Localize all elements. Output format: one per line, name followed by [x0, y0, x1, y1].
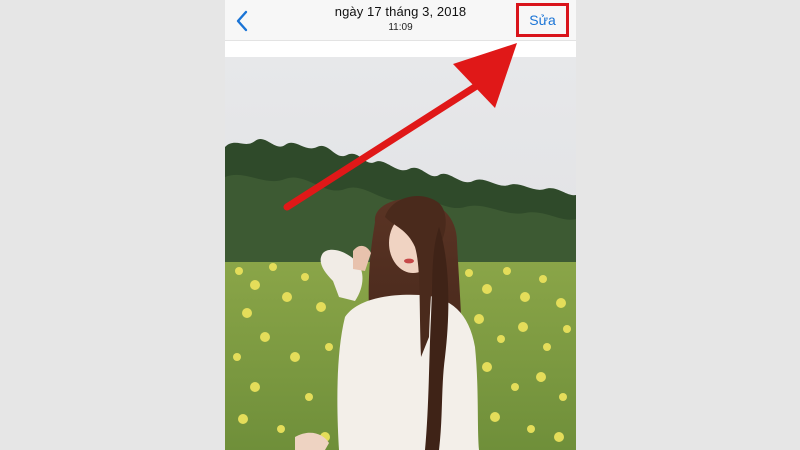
- edit-button[interactable]: Sửa: [516, 3, 569, 37]
- photo-date-title: ngày 17 tháng 3, 2018: [334, 4, 467, 19]
- chevron-left-icon: [231, 10, 255, 38]
- back-button[interactable]: [231, 8, 255, 34]
- navigation-bar: ngày 17 tháng 3, 2018 11:09 Sửa: [225, 0, 576, 41]
- photo-image[interactable]: [225, 57, 576, 450]
- screenshot-stage: ngày 17 tháng 3, 2018 11:09 Sửa: [0, 0, 800, 450]
- separator-gap: [225, 41, 576, 57]
- photo-time-subtitle: 11:09: [388, 22, 413, 33]
- photo-viewer-screen: ngày 17 tháng 3, 2018 11:09 Sửa: [225, 0, 576, 450]
